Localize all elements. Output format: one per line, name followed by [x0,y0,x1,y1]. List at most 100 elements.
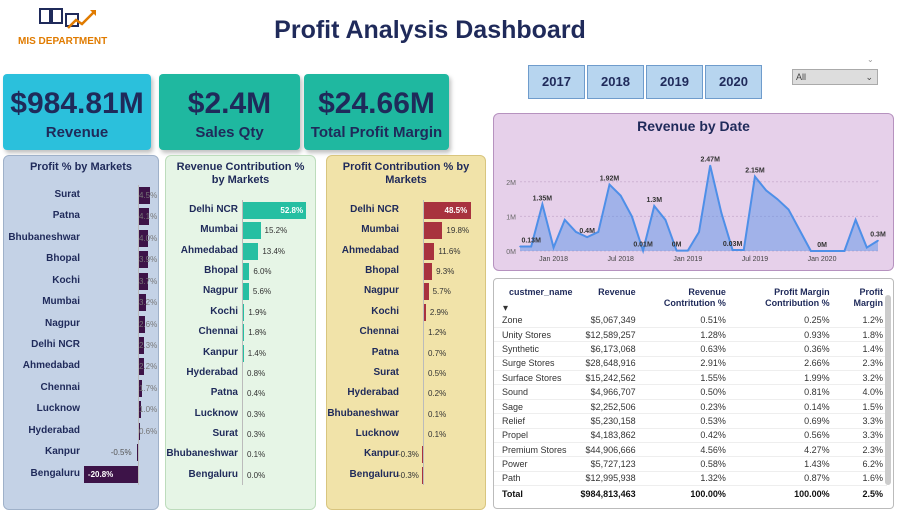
profit-by-markets-panel: Profit % by Markets Surat 4.5% Patna 4.1% Bh… [3,155,159,510]
revenue-by-date-panel: Revenue by Date 0M 1M 2M 0.13M 1.35M 0.4M 1.92… [493,113,894,271]
data-label: 1.35M [533,195,553,202]
total-cell: 2.5% [833,485,887,502]
logo-text: MIS DEPARTMENT [18,36,108,47]
table-row[interactable]: Sage $2,252,506 0.23% 0.14% 1.5% [494,399,887,415]
table-cell: 0.69% [729,413,834,429]
market-label: Bhopal [204,265,238,277]
table-cell: 0.93% [729,327,834,343]
table-row[interactable]: Premium Stores $44,906,666 4.56% 4.27% 2.3% [494,442,887,458]
data-point [608,183,611,186]
table-cell: 0.50% [639,384,730,400]
data-label: 0M [672,242,682,249]
kpi-revenue-card: $984.81M Revenue [3,74,151,150]
data-label: 0.03M [723,241,743,248]
table-cell: Sage [494,399,577,415]
page-title: Profit Analysis Dashboard [274,16,586,44]
bar-value-label: 1.9% [248,307,267,317]
customer-table: custmer_name Revenue Revenue Contritution … [493,278,894,509]
table-row[interactable]: Unity Stores $12,589,257 1.28% 0.93% 1.8% [494,327,887,343]
table-cell: $2,252,506 [576,399,640,415]
market-dropdown[interactable]: All ⌄ [792,69,878,85]
data-point [742,249,745,251]
table-cell: $5,230,158 [576,413,640,429]
table-row[interactable]: Path $12,995,938 1.32% 0.87% 1.6% [494,471,887,487]
column-header[interactable]: Revenue Contritution % [640,279,730,313]
year-button-2017[interactable]: 2017 [528,65,585,99]
chart-title: Revenue Contribution % by Markets [176,161,305,186]
data-point [754,175,756,178]
table-row[interactable]: Surge Stores $28,648,916 2.91% 2.66% 2.3% [494,356,887,372]
bar-value-label: 5.6% [252,287,272,297]
table-cell: 6.2% [833,456,887,472]
table-cell: 3.3% [833,413,887,429]
bar-value-label: 0.3% [247,409,266,419]
table-row[interactable]: Power $5,727,123 0.58% 1.43% 6.2% [494,456,887,472]
bar-value-label: 0.7% [428,348,447,358]
table-cell: 2.3% [833,356,887,372]
table-row[interactable]: Sound $4,966,707 0.50% 0.81% 4.0% [494,384,887,400]
column-header[interactable]: Profit Margin Contribution % [730,279,834,313]
market-label: Surat [373,366,399,378]
market-bar [423,242,435,260]
chevron-down-icon: ⌄ [867,55,874,64]
data-label: 0.01M [633,242,653,249]
total-cell: 100.00% [729,485,834,502]
table-row[interactable]: Synthetic $6,173,068 0.63% 0.36% 1.4% [494,341,887,357]
table-cell: $5,067,349 [576,313,640,328]
data-point [776,198,779,200]
bar-value-label: 0.0% [247,470,266,480]
kpi-revenue-label: Revenue [45,124,109,141]
table-row[interactable]: Zone $5,067,349 0.51% 0.25% 1.2% [494,313,887,328]
data-point [798,229,801,232]
table-cell: 0.87% [729,471,834,487]
table-cell: $44,906,666 [576,442,640,458]
data-label: 2.15M [745,168,765,175]
total-cell: Total [494,485,577,502]
market-label: Ahmedabad [22,360,80,372]
bar-value-label: 1.8% [248,328,267,338]
table-scrollbar[interactable] [885,295,891,485]
bar-value-label: 4.5% [139,191,158,200]
market-label: Bengaluru [188,468,238,480]
bar-value-label: 0.5% [428,368,447,378]
table-cell: Relief [494,413,577,429]
market-label: Bhopal [365,265,399,277]
table-cell: Zone [494,313,577,328]
x-tick-label: Jul 2019 [742,256,769,263]
data-point [832,250,835,252]
year-button-2018[interactable]: 2018 [587,65,644,99]
table-row[interactable]: Surface Stores $15,242,562 1.55% 1.99% 3.2% [494,370,887,386]
bar-value-label: 52.8% [280,206,304,215]
column-header[interactable]: Revenue [577,279,640,313]
kpi-profit-margin-card: $24.66M Total Profit Margin [304,74,449,150]
year-button-2019[interactable]: 2019 [646,65,703,99]
table-row[interactable]: Propel $4,183,862 0.42% 0.56% 3.3% [494,428,887,444]
bar-value-label: 2.3% [139,341,158,350]
market-label: Bhubaneshwar [166,448,238,460]
bar-value-label: -0.3% [398,470,419,480]
table-cell: $15,242,562 [576,370,640,386]
data-point [642,249,644,252]
data-point [687,249,689,252]
x-tick-label: Jan 2018 [539,256,568,263]
column-header[interactable]: Profit Margin [834,279,887,313]
bar-value-label: 0.4% [247,389,266,399]
bar-value-label: 0.1% [247,450,266,460]
data-point [530,245,532,248]
bar-value-label: 5.7% [432,287,451,297]
market-label: Mumbai [42,296,80,308]
market-label: Hyderabad [186,366,238,378]
market-bar [242,283,249,301]
x-tick-label: Jan 2019 [673,256,702,263]
kpi-sales-qty-card: $2.4M Sales Qty [159,74,300,150]
year-button-2020[interactable]: 2020 [705,65,762,99]
x-tick-label: Jul 2018 [607,256,634,263]
table-row[interactable]: Relief $5,230,158 0.53% 0.69% 3.3% [494,413,887,429]
sort-desc-icon[interactable]: ▾ [503,303,508,314]
data-label: 1.3M [646,197,662,204]
bar-value-label: -0.5% [110,448,132,458]
table-cell: 2.66% [729,356,834,372]
bar-value-label: 3.9% [139,255,158,265]
data-point [698,231,700,233]
bar-value-label: 1.7% [139,383,158,393]
